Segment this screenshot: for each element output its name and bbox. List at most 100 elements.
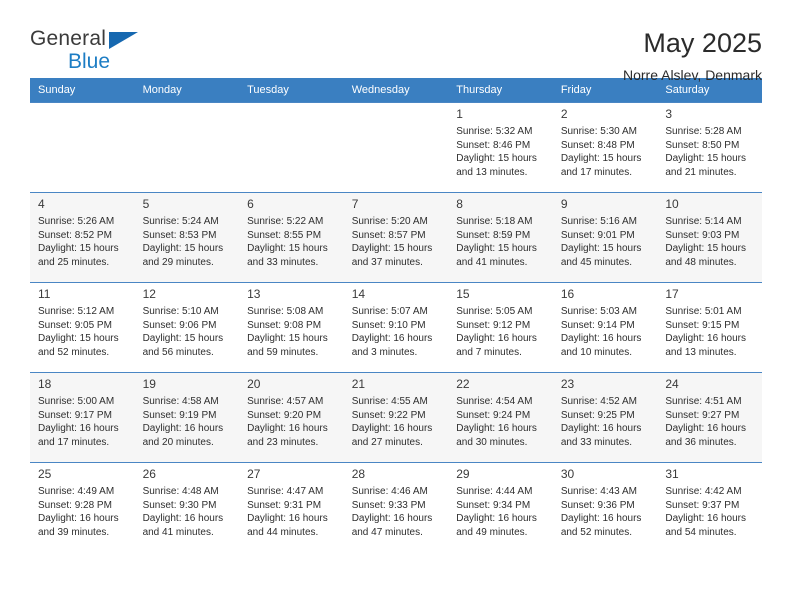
daylight-line1-text: Daylight: 16 hours [351, 423, 433, 434]
day-cell[interactable]: 5 Sunrise: 5:24 AM Sunset: 8:53 PM Daylight… [134, 192, 240, 282]
daylight-line1-text: Daylight: 16 hours [560, 333, 642, 344]
sunrise-text: Sunrise: 5:12 AM [38, 306, 115, 317]
day-cell[interactable]: 22 Sunrise: 4:54 AM Sunset: 9:24 PM Dayligh… [448, 372, 553, 462]
sunset-text: Sunset: 9:27 PM [665, 409, 740, 421]
calendar-cell: 28 Sunrise: 4:46 AM Sunset: 9:33 PM Dayligh… [343, 462, 449, 552]
day-details: Sunrise: 5:18 AM Sunset: 8:59 PM Daylight:… [456, 215, 547, 269]
day-cell[interactable]: 30 Sunrise: 4:43 AM Sunset: 9:36 PM Dayligh… [552, 462, 658, 552]
day-cell[interactable]: 19 Sunrise: 4:58 AM Sunset: 9:19 PM Dayligh… [134, 372, 240, 462]
day-number: 22 [456, 377, 470, 391]
day-number: 25 [38, 467, 52, 481]
day-cell[interactable]: 21 Sunrise: 4:55 AM Sunset: 9:22 PM Dayligh… [343, 372, 449, 462]
triangle-icon [109, 32, 138, 49]
day-cell[interactable]: 18 Sunrise: 5:00 AM Sunset: 9:17 PM Dayligh… [30, 372, 135, 462]
day-details: Sunrise: 4:44 AM Sunset: 9:34 PM Daylight:… [456, 485, 547, 539]
sunrise-text: Sunrise: 5:07 AM [351, 306, 428, 317]
day-details: Sunrise: 4:47 AM Sunset: 9:31 PM Daylight:… [247, 485, 338, 539]
daylight-line1-text: Daylight: 16 hours [142, 423, 224, 434]
day-cell-empty [343, 102, 449, 192]
daylight-line2-text: and 20 minutes. [142, 436, 214, 448]
day-cell[interactable]: 17 Sunrise: 5:01 AM Sunset: 9:15 PM Dayligh… [657, 282, 762, 372]
sunrise-text: Sunrise: 5:00 AM [38, 396, 115, 407]
daylight-line1-text: Daylight: 16 hours [351, 333, 433, 344]
day-cell[interactable]: 1 Sunrise: 5:32 AM Sunset: 8:46 PM Daylight… [448, 102, 553, 192]
day-cell[interactable]: 2 Sunrise: 5:30 AM Sunset: 8:48 PM Daylight… [552, 102, 658, 192]
brand-logo[interactable]: General Blue [30, 28, 160, 74]
day-cell[interactable]: 15 Sunrise: 5:05 AM Sunset: 9:12 PM Dayligh… [448, 282, 553, 372]
day-details: Sunrise: 4:43 AM Sunset: 9:36 PM Daylight:… [561, 485, 652, 539]
sunrise-text: Sunrise: 5:26 AM [38, 216, 115, 227]
calendar-cell: 3 Sunrise: 5:28 AM Sunset: 8:50 PM Daylight… [657, 102, 762, 192]
day-cell-empty [30, 102, 135, 192]
day-cell[interactable]: 28 Sunrise: 4:46 AM Sunset: 9:33 PM Dayligh… [343, 462, 449, 552]
day-cell[interactable]: 9 Sunrise: 5:16 AM Sunset: 9:01 PM Daylight… [552, 192, 658, 282]
day-cell[interactable]: 10 Sunrise: 5:14 AM Sunset: 9:03 PM Dayligh… [657, 192, 762, 282]
daylight-line1-text: Daylight: 15 hours [38, 243, 119, 254]
calendar-cell: 5 Sunrise: 5:24 AM Sunset: 8:53 PM Daylight… [134, 192, 240, 282]
day-cell[interactable]: 24 Sunrise: 4:51 AM Sunset: 9:27 PM Dayligh… [657, 372, 762, 462]
day-cell[interactable]: 25 Sunrise: 4:49 AM Sunset: 9:28 PM Dayligh… [30, 462, 135, 552]
daylight-line2-text: and 59 minutes. [247, 346, 319, 358]
daylight-line1-text: Daylight: 15 hours [247, 243, 328, 254]
sunset-text: Sunset: 9:19 PM [142, 409, 217, 421]
day-cell[interactable]: 7 Sunrise: 5:20 AM Sunset: 8:57 PM Daylight… [343, 192, 449, 282]
daylight-line1-text: Daylight: 16 hours [456, 513, 537, 524]
weekday-header-thursday: Thursday [448, 78, 553, 102]
day-cell[interactable]: 29 Sunrise: 4:44 AM Sunset: 9:34 PM Dayligh… [448, 462, 553, 552]
day-details: Sunrise: 5:03 AM Sunset: 9:14 PM Daylight:… [561, 305, 652, 359]
sunset-text: Sunset: 9:31 PM [247, 499, 322, 511]
calendar-table: Sunday Monday Tuesday Wednesday Thursday Frid… [30, 78, 762, 552]
calendar-week-row: 4 Sunrise: 5:26 AM Sunset: 8:52 PM Daylight… [30, 192, 762, 282]
day-details: Sunrise: 5:14 AM Sunset: 9:03 PM Daylight:… [665, 215, 756, 269]
day-number: 26 [142, 467, 156, 481]
day-number: 14 [351, 287, 366, 301]
day-cell[interactable]: 4 Sunrise: 5:26 AM Sunset: 8:52 PM Daylight… [30, 192, 135, 282]
sunrise-text: Sunrise: 5:03 AM [560, 306, 637, 317]
day-details: Sunrise: 5:28 AM Sunset: 8:50 PM Daylight:… [665, 125, 756, 179]
sunset-text: Sunset: 9:37 PM [665, 499, 740, 511]
day-cell[interactable]: 31 Sunrise: 4:42 AM Sunset: 9:37 PM Dayligh… [657, 462, 762, 552]
day-cell[interactable]: 20 Sunrise: 4:57 AM Sunset: 9:20 PM Dayligh… [239, 372, 344, 462]
daylight-line1-text: Daylight: 15 hours [38, 333, 119, 344]
calendar-cell: 24 Sunrise: 4:51 AM Sunset: 9:27 PM Dayligh… [657, 372, 762, 462]
calendar-cell: 10 Sunrise: 5:14 AM Sunset: 9:03 PM Dayligh… [657, 192, 762, 282]
calendar-cell: 30 Sunrise: 4:43 AM Sunset: 9:36 PM Dayligh… [552, 462, 658, 552]
day-number: 15 [456, 287, 470, 301]
daylight-line2-text: and 48 minutes. [665, 256, 737, 268]
day-cell[interactable]: 3 Sunrise: 5:28 AM Sunset: 8:50 PM Daylight… [657, 102, 762, 192]
day-details: Sunrise: 5:32 AM Sunset: 8:46 PM Daylight:… [456, 125, 547, 179]
calendar-cell: 31 Sunrise: 4:42 AM Sunset: 9:37 PM Dayligh… [657, 462, 762, 552]
weekday-header-monday: Monday [134, 78, 240, 102]
calendar-cell: 20 Sunrise: 4:57 AM Sunset: 9:20 PM Dayligh… [239, 372, 344, 462]
day-cell[interactable]: 13 Sunrise: 5:08 AM Sunset: 9:08 PM Dayligh… [239, 282, 344, 372]
sunrise-text: Sunrise: 5:05 AM [456, 306, 533, 317]
calendar-cell [239, 102, 344, 192]
daylight-line2-text: and 49 minutes. [456, 526, 528, 538]
day-details: Sunrise: 5:24 AM Sunset: 8:53 PM Daylight:… [143, 215, 234, 269]
calendar-body: 1 Sunrise: 5:32 AM Sunset: 8:46 PM Daylight… [30, 102, 762, 552]
daylight-line2-text: and 33 minutes. [247, 256, 319, 268]
day-number: 27 [247, 467, 261, 481]
calendar-cell [343, 102, 449, 192]
sunrise-text: Sunrise: 5:32 AM [456, 126, 533, 137]
day-cell[interactable]: 26 Sunrise: 4:48 AM Sunset: 9:30 PM Dayligh… [134, 462, 240, 552]
day-cell[interactable]: 8 Sunrise: 5:18 AM Sunset: 8:59 PM Daylight… [448, 192, 553, 282]
daylight-line1-text: Daylight: 15 hours [247, 333, 328, 344]
day-cell[interactable]: 11 Sunrise: 5:12 AM Sunset: 9:05 PM Dayligh… [30, 282, 135, 372]
day-cell[interactable]: 14 Sunrise: 5:07 AM Sunset: 9:10 PM Dayligh… [343, 282, 449, 372]
day-details: Sunrise: 5:12 AM Sunset: 9:05 PM Daylight:… [38, 305, 129, 359]
calendar-cell: 8 Sunrise: 5:18 AM Sunset: 8:59 PM Daylight… [448, 192, 553, 282]
day-cell[interactable]: 27 Sunrise: 4:47 AM Sunset: 9:31 PM Dayligh… [239, 462, 344, 552]
day-details: Sunrise: 4:54 AM Sunset: 9:24 PM Daylight:… [456, 395, 547, 449]
daylight-line1-text: Daylight: 16 hours [665, 423, 746, 434]
day-cell[interactable]: 16 Sunrise: 5:03 AM Sunset: 9:14 PM Dayligh… [552, 282, 658, 372]
day-cell[interactable]: 23 Sunrise: 4:52 AM Sunset: 9:25 PM Dayligh… [552, 372, 658, 462]
daylight-line1-text: Daylight: 16 hours [665, 513, 746, 524]
day-cell[interactable]: 12 Sunrise: 5:10 AM Sunset: 9:06 PM Dayligh… [134, 282, 240, 372]
day-cell[interactable]: 6 Sunrise: 5:22 AM Sunset: 8:55 PM Daylight… [239, 192, 344, 282]
daylight-line2-text: and 33 minutes. [560, 436, 632, 448]
sunrise-text: Sunrise: 4:47 AM [247, 486, 324, 497]
sunset-text: Sunset: 9:10 PM [351, 319, 426, 331]
daylight-line2-text: and 44 minutes. [247, 526, 319, 538]
day-details: Sunrise: 4:58 AM Sunset: 9:19 PM Daylight:… [143, 395, 234, 449]
